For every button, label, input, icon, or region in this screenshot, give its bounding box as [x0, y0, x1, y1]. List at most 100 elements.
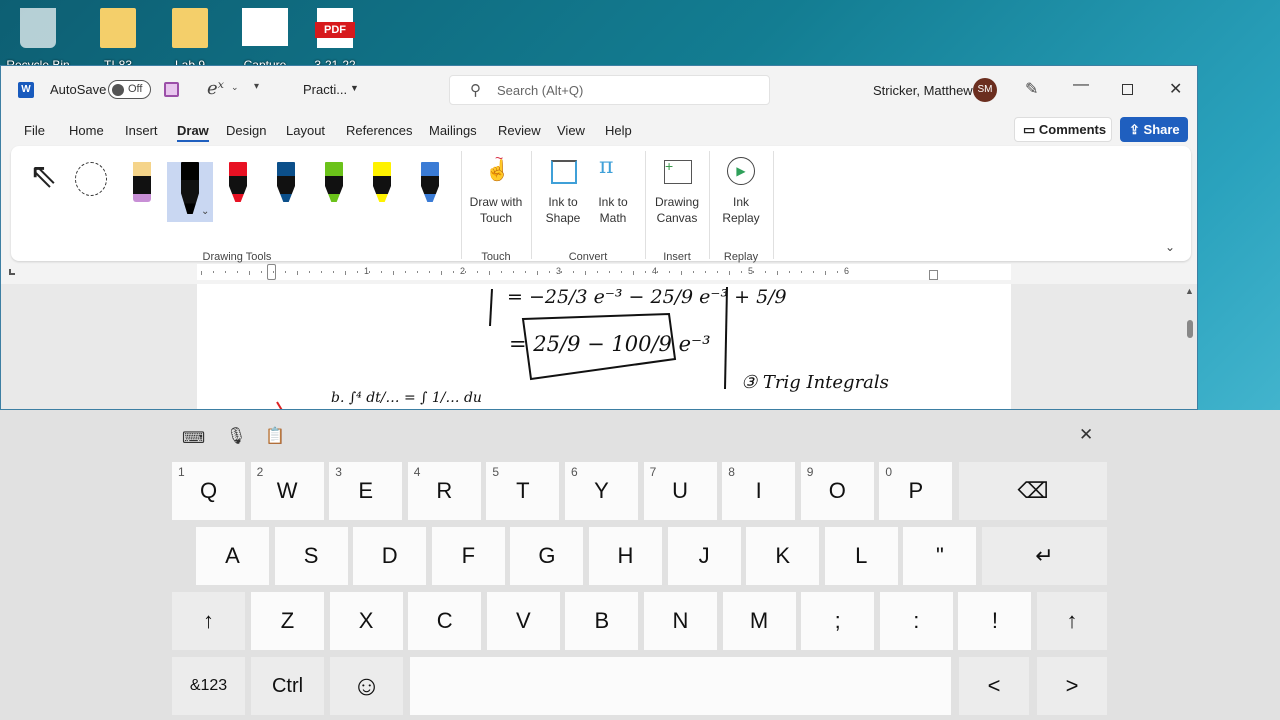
key-b[interactable]: B	[565, 592, 639, 650]
emoji-key[interactable]: ☺	[330, 657, 403, 715]
document-page[interactable]: = −25/3 e⁻³ − 25/9 e⁻³ + 5/9 = 25/9 − 10…	[197, 284, 1011, 409]
horizontal-ruler[interactable]: 1 2 3 4 5 6	[197, 264, 1011, 280]
autosave-toggle[interactable]: Off	[108, 80, 151, 99]
search-box[interactable]: ⚲ Search (Alt+Q)	[449, 75, 770, 105]
key-v[interactable]: V	[486, 592, 560, 650]
desktop-icon-folder[interactable]: TI-83	[88, 6, 148, 72]
key-x[interactable]: X	[329, 592, 403, 650]
desktop-icon-pdf[interactable]: PDF3-21-22	[305, 6, 365, 72]
tab-file[interactable]: File	[24, 123, 45, 138]
ctrl-key[interactable]: Ctrl	[251, 657, 324, 715]
equation-dropdown-icon[interactable]: ⌄	[231, 82, 239, 93]
left-indent-marker[interactable]	[267, 264, 276, 280]
desktop-icon-recycle-bin[interactable]: Recycle Bin	[6, 6, 70, 72]
tab-layout[interactable]: Layout	[286, 123, 325, 138]
save-icon[interactable]	[164, 82, 179, 97]
eraser-icon[interactable]	[133, 162, 151, 202]
key-u[interactable]: U7	[643, 462, 717, 520]
shift-key-left[interactable]: ↑	[172, 592, 245, 650]
key-semicolon[interactable]: ;	[801, 592, 875, 650]
key-h[interactable]: H	[589, 527, 662, 585]
key-exclamation[interactable]: !	[958, 592, 1032, 650]
customize-qat-icon[interactable]: ▾	[254, 81, 259, 92]
desktop-icon-folder[interactable]: Lab 9	[160, 6, 220, 72]
pen-dropdown-icon[interactable]: ⌄	[201, 206, 209, 217]
highlighter-yellow-icon[interactable]	[373, 162, 391, 202]
key-f[interactable]: F	[431, 527, 505, 585]
tab-review[interactable]: Review	[498, 123, 541, 138]
share-button[interactable]: ⇪ Share	[1120, 117, 1188, 142]
tab-help[interactable]: Help	[605, 123, 632, 138]
key-y[interactable]: Y6	[565, 462, 638, 520]
user-name[interactable]: Stricker, Matthew	[873, 83, 973, 98]
key-n[interactable]: N	[644, 592, 717, 650]
drawing-canvas-button[interactable]: Drawing Canvas	[647, 194, 707, 226]
key-c[interactable]: C	[408, 592, 482, 650]
key-t[interactable]: T5	[486, 462, 560, 520]
doc-name-dropdown-icon[interactable]: ▼	[350, 83, 359, 93]
clipboard-icon[interactable]: 📋	[265, 426, 285, 446]
backspace-key[interactable]: ⌫	[959, 462, 1107, 520]
pencil-green-icon[interactable]	[325, 162, 343, 202]
key-i[interactable]: I8	[722, 462, 796, 520]
draw-with-touch-button[interactable]: Draw with Touch	[466, 194, 526, 226]
maximize-button[interactable]	[1122, 84, 1133, 95]
right-indent-marker[interactable]	[929, 270, 938, 280]
keyboard-settings-icon[interactable]: ⌨	[182, 428, 205, 448]
shift-key-right[interactable]: ↑	[1037, 592, 1107, 650]
tab-view[interactable]: View	[557, 123, 585, 138]
key-o[interactable]: O9	[800, 462, 874, 520]
scrollbar-thumb[interactable]	[1187, 320, 1193, 338]
galaxy-pen-icon[interactable]	[421, 162, 439, 202]
document-name[interactable]: Practi...	[303, 82, 347, 97]
key-r[interactable]: R4	[407, 462, 481, 520]
ink-to-shape-button[interactable]: Ink to Shape	[534, 194, 592, 226]
select-tool-icon[interactable]: ⇖	[29, 156, 58, 196]
key-q[interactable]: Q1	[172, 462, 245, 520]
key-label: K	[775, 543, 791, 568]
ink-replay-button[interactable]: Ink Replay	[711, 194, 771, 226]
key-a[interactable]: A	[196, 527, 269, 585]
scroll-up-icon[interactable]: ▲	[1185, 286, 1194, 296]
coauthoring-icon[interactable]: ✎	[1025, 79, 1038, 99]
comments-button[interactable]: ▭ Comments	[1014, 117, 1112, 142]
key-w[interactable]: W2	[250, 462, 324, 520]
key-l[interactable]: L	[824, 527, 898, 585]
key-d[interactable]: D	[353, 527, 427, 585]
key-j[interactable]: J	[667, 527, 741, 585]
key-m[interactable]: M	[722, 592, 796, 650]
tab-mailings[interactable]: Mailings	[429, 123, 477, 138]
key-colon[interactable]: :	[879, 592, 953, 650]
tab-references[interactable]: References	[346, 123, 412, 138]
key-e[interactable]: E3	[329, 462, 403, 520]
keyboard-close-button[interactable]: ✕	[1079, 425, 1093, 445]
left-arrow-key[interactable]: <	[959, 657, 1029, 715]
key-z[interactable]: Z	[251, 592, 324, 650]
key-s[interactable]: S	[274, 527, 348, 585]
desktop-icon-image[interactable]: Capture	[235, 6, 295, 72]
enter-key[interactable]: ↵	[982, 527, 1107, 585]
minimize-button[interactable]: —	[1073, 76, 1089, 94]
right-arrow-key[interactable]: >	[1037, 657, 1107, 715]
comments-label: Comments	[1038, 122, 1107, 137]
tab-insert[interactable]: Insert	[125, 123, 158, 138]
avatar[interactable]: SM	[973, 78, 997, 102]
symbols-key[interactable]: &123	[172, 657, 245, 715]
collapse-ribbon-icon[interactable]: ⌄	[1165, 240, 1175, 254]
tab-design[interactable]: Design	[226, 123, 266, 138]
pen-red-icon[interactable]	[229, 162, 247, 202]
equation-button[interactable]: eˣ	[207, 78, 224, 99]
key-k[interactable]: K	[746, 527, 820, 585]
vertical-scrollbar[interactable]: ▲	[1183, 284, 1197, 409]
lasso-select-icon[interactable]	[75, 162, 107, 196]
key-quote[interactable]: "	[903, 527, 977, 585]
close-button[interactable]: ✕	[1169, 79, 1182, 99]
space-key[interactable]	[410, 657, 951, 715]
tab-draw[interactable]: Draw	[177, 123, 209, 142]
microphone-icon[interactable]: 🎙	[226, 426, 246, 446]
pen-blue-icon[interactable]	[277, 162, 295, 202]
tab-home[interactable]: Home	[69, 123, 104, 138]
key-p[interactable]: P0	[879, 462, 953, 520]
key-g[interactable]: G	[510, 527, 584, 585]
ink-to-math-button[interactable]: Ink to Math	[585, 194, 641, 226]
